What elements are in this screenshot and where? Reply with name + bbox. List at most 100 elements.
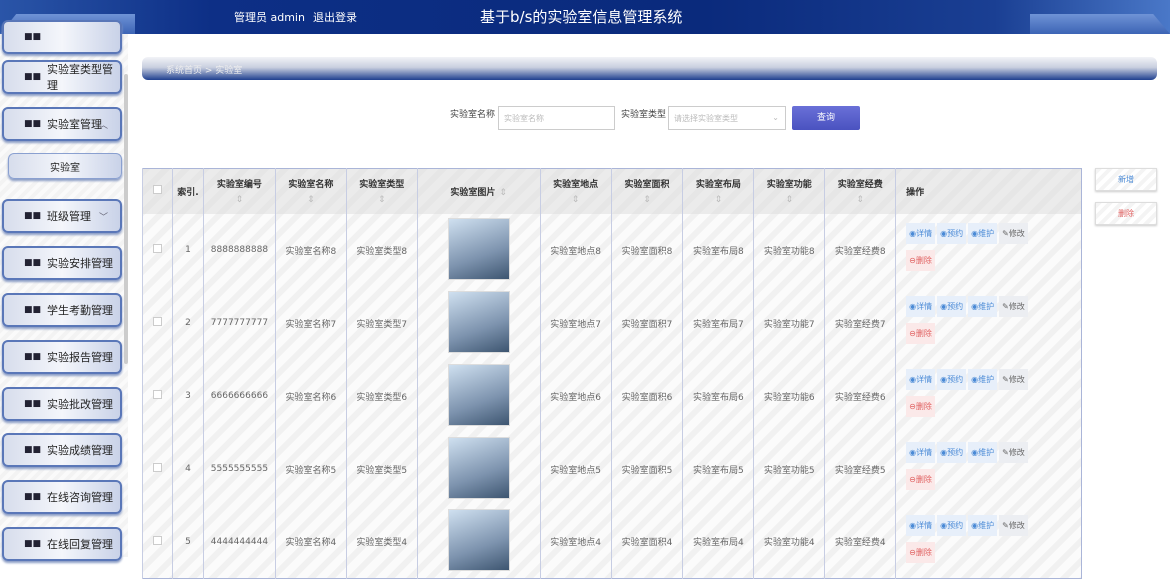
- column-header[interactable]: 实验室地点 ⇕: [539, 168, 612, 214]
- reserve-button[interactable]: ◉预约: [937, 369, 967, 390]
- delete-button[interactable]: ⊖删除: [906, 541, 935, 563]
- app-title: 基于b/s的实验室信息管理系统: [480, 8, 683, 26]
- column-header[interactable]: 实验室经费 ⇕: [824, 168, 896, 214]
- lab-image[interactable]: [447, 509, 510, 572]
- reserve-button[interactable]: ◉预约: [937, 514, 967, 536]
- sidebar-item[interactable]: ■■ 实验批改管理 ﹀: [2, 387, 122, 421]
- maintain-button[interactable]: ◉维护: [968, 223, 998, 244]
- sidebar-item[interactable]: ■■ 实验安排管理 ﹀: [2, 246, 122, 280]
- logout-link[interactable]: 退出登录: [313, 11, 357, 24]
- grid-icon: ■■: [24, 352, 42, 362]
- column-header[interactable]: 实验室类型 ⇕: [345, 168, 418, 214]
- details-button[interactable]: ◉详情: [906, 296, 936, 317]
- details-button[interactable]: ◉详情: [906, 369, 936, 390]
- name-search-input[interactable]: 实验室名称: [498, 106, 615, 130]
- lab-image[interactable]: [447, 436, 510, 499]
- sidebar-item[interactable]: 实验室: [8, 153, 122, 179]
- sort-icon[interactable]: ⇕: [204, 195, 275, 205]
- lab-image[interactable]: [447, 290, 510, 353]
- grid-icon: ■■: [24, 211, 42, 221]
- sort-icon[interactable]: ⇕: [347, 195, 417, 205]
- row-checkbox[interactable]: [142, 359, 173, 433]
- sort-icon[interactable]: ⇕: [683, 195, 753, 205]
- maintain-button[interactable]: ◉维护: [968, 296, 998, 317]
- row-checkbox[interactable]: [142, 286, 173, 360]
- query-button[interactable]: 查询: [792, 106, 860, 130]
- op-label: 维护: [978, 520, 995, 530]
- column-header[interactable]: 实验室名称 ⇕: [274, 168, 347, 214]
- maintain-button[interactable]: ◉维护: [968, 442, 998, 463]
- details-button[interactable]: ◉详情: [906, 442, 936, 463]
- edit-button[interactable]: ✎修改: [999, 442, 1028, 463]
- column-header-label: 实验室面积: [624, 180, 670, 191]
- sidebar-item[interactable]: ■■ 在线回复管理 ﹀: [2, 527, 122, 561]
- edit-button[interactable]: ✎修改: [999, 369, 1028, 390]
- sort-icon[interactable]: ⇕: [612, 195, 683, 205]
- delete-button[interactable]: ⊖删除: [906, 469, 935, 490]
- lab-image[interactable]: [447, 363, 510, 426]
- top-header: 管理员 admin 退出登录 基于b/s的实验室信息管理系统: [0, 0, 1170, 34]
- sort-icon[interactable]: ⇕: [499, 188, 507, 198]
- type-select[interactable]: 请选择实验室类型 ⌄: [668, 106, 786, 130]
- row-checkbox[interactable]: [142, 213, 173, 287]
- grid-icon: ■■: [24, 445, 42, 455]
- image-cell: [416, 213, 541, 287]
- add-button[interactable]: 新增: [1095, 168, 1157, 191]
- delete-icon: ⊖: [909, 475, 916, 484]
- reserve-button[interactable]: ◉预约: [937, 442, 967, 463]
- grid-icon: ■■: [24, 72, 42, 82]
- type-cell: 实验室类型5: [345, 432, 418, 506]
- function-cell: 实验室功能7: [753, 286, 825, 360]
- edit-button[interactable]: ✎修改: [999, 514, 1028, 536]
- grid-icon: ■■: [24, 399, 42, 409]
- maintain-button[interactable]: ◉维护: [968, 514, 998, 536]
- sort-icon[interactable]: ⇕: [541, 195, 611, 205]
- image-cell: [416, 286, 541, 360]
- op-label: 详情: [916, 375, 933, 384]
- column-header[interactable]: 实验室编号 ⇕: [202, 168, 276, 214]
- column-header[interactable]: 索引.: [171, 168, 204, 214]
- op-label: 维护: [978, 229, 995, 238]
- delete-button[interactable]: ⊖删除: [906, 396, 935, 417]
- sidebar-item[interactable]: ■■ 班级管理 ﹀: [2, 199, 122, 233]
- code-cell: 5555555555: [202, 432, 276, 506]
- sidebar-item[interactable]: ■■ 学生考勤管理 ﹀: [2, 293, 122, 327]
- column-header[interactable]: 实验室功能 ⇕: [753, 168, 825, 214]
- reserve-button[interactable]: ◉预约: [937, 223, 967, 244]
- details-button[interactable]: ◉详情: [906, 514, 936, 536]
- column-header[interactable]: 操作: [895, 168, 1082, 214]
- sidebar-item[interactable]: ■■ 在线咨询管理 ﹀: [2, 480, 122, 514]
- delete-button[interactable]: ⊖删除: [906, 323, 935, 344]
- row-checkbox[interactable]: [142, 432, 173, 506]
- sidebar-item[interactable]: ■■ 实验成绩管理 ﹀: [2, 433, 122, 467]
- sort-icon[interactable]: ⇕: [825, 195, 895, 205]
- delete-button[interactable]: ⊖删除: [906, 250, 935, 271]
- sidebar-item[interactable]: ■■: [2, 20, 122, 54]
- fee-cell: 实验室经费6: [824, 359, 896, 433]
- sidebar-item[interactable]: ■■ 实验室管理 ︿: [2, 107, 122, 141]
- sidebar-item[interactable]: ■■ 实验室类型管理: [2, 60, 122, 94]
- edit-button[interactable]: ✎修改: [999, 223, 1028, 244]
- sidebar-scrollbar[interactable]: [124, 74, 128, 364]
- sort-icon[interactable]: ⇕: [754, 195, 824, 205]
- edit-button[interactable]: ✎修改: [999, 296, 1028, 317]
- operations-cell: ◉详情 ◉预约 ◉维护 ✎修改 ⊖删除: [895, 213, 1082, 287]
- column-header[interactable]: 实验室图片 ⇕: [416, 168, 541, 214]
- delete-icon: ⊖: [909, 402, 916, 411]
- type-select-placeholder: 请选择实验室类型: [674, 114, 738, 123]
- area-cell: 实验室面积6: [610, 359, 683, 433]
- breadcrumb: 系统首页 > 实验室: [142, 57, 1157, 80]
- edit-icon: ✎: [1002, 375, 1009, 384]
- maintain-button[interactable]: ◉维护: [968, 369, 998, 390]
- lab-image[interactable]: [447, 217, 510, 280]
- chevron-icon: ﹀: [98, 493, 108, 504]
- sidebar-item[interactable]: ■■ 实验报告管理 ﹀: [2, 340, 122, 374]
- reserve-button[interactable]: ◉预约: [937, 296, 967, 317]
- details-button[interactable]: ◉详情: [906, 223, 936, 244]
- batch-delete-button[interactable]: 删除: [1095, 202, 1157, 225]
- select-all-checkbox[interactable]: [142, 168, 173, 214]
- sort-icon[interactable]: ⇕: [276, 195, 346, 205]
- row-checkbox[interactable]: [142, 505, 173, 579]
- column-header[interactable]: 实验室面积 ⇕: [610, 168, 683, 214]
- column-header[interactable]: 实验室布局 ⇕: [682, 168, 754, 214]
